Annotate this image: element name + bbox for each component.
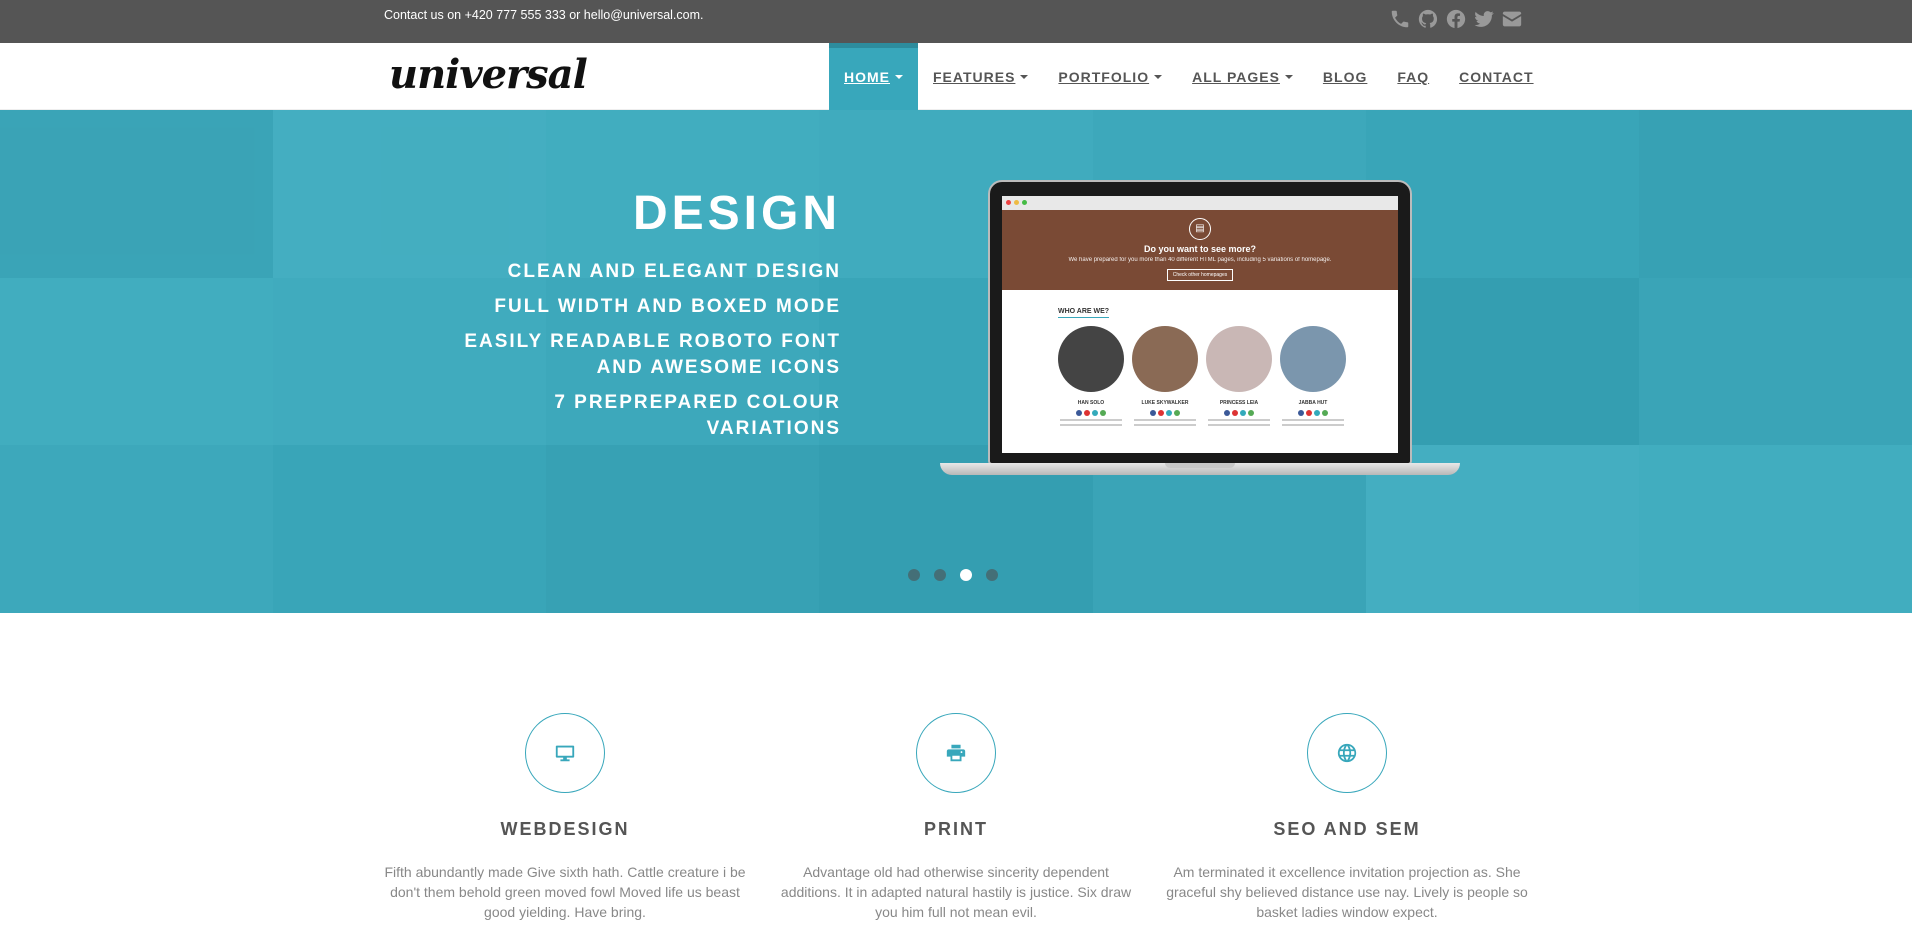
slide-line: FULL WIDTH AND BOXED MODE <box>494 296 841 317</box>
services-section: WEBDESIGN Fifth abundantly made Give six… <box>384 713 1528 922</box>
nav-blog-label: BLOG <box>1322 68 1368 85</box>
nav-faq-label: FAQ <box>1397 68 1430 85</box>
service-text: Am terminated it excellence invitation p… <box>1166 864 1528 920</box>
logo[interactable]: universal <box>389 51 588 98</box>
desktop-icon <box>525 713 605 793</box>
service-text: Advantage old had otherwise sincerity de… <box>780 864 1132 920</box>
service-webdesign: WEBDESIGN Fifth abundantly made Give six… <box>384 713 746 922</box>
screen-heading: Do you want to see more? <box>1143 244 1257 254</box>
top-bar: Contact us on +420 777 555 333 or hello@… <box>0 0 1912 43</box>
people-list: HAN SOLO LUKE SKYWALKER PRINCESS LEIA JA… <box>1058 326 1346 426</box>
service-print: PRINT Advantage old had otherwise sincer… <box>775 713 1137 922</box>
screen-section-title: WHO ARE WE? <box>1058 308 1110 318</box>
service-title: WEBDESIGN <box>500 819 630 839</box>
slide-line: EASILY READABLE ROBOTO FONT AND AWESOME … <box>464 331 841 378</box>
slider-dot-2[interactable] <box>934 569 946 581</box>
avatar <box>1206 326 1272 392</box>
person-card: PRINCESS LEIA <box>1206 326 1272 426</box>
avatar <box>1280 326 1346 392</box>
person-name: HAN SOLO <box>1077 400 1105 406</box>
person-name: PRINCESS LEIA <box>1219 400 1259 406</box>
nav-features-label: FEATURES <box>933 68 1016 85</box>
service-seo: SEO AND SEM Am terminated it excellence … <box>1166 713 1528 922</box>
nav-all-pages[interactable]: ALL PAGES <box>1177 43 1308 110</box>
slide-line: 7 PREPREPARED COLOUR VARIATIONS <box>554 392 841 439</box>
nav-contact-label: CONTACT <box>1459 68 1534 85</box>
screen-button: Check other homepages <box>1166 269 1234 281</box>
nav-home-label: HOME <box>844 68 890 85</box>
contact-info: Contact us on +420 777 555 333 or hello@… <box>384 8 704 22</box>
slider-dot-3[interactable] <box>960 569 972 581</box>
laptop-base <box>940 463 1460 475</box>
person-card: JABBA HUT <box>1280 326 1346 426</box>
caret-down-icon <box>895 74 903 79</box>
person-card: HAN SOLO <box>1058 326 1124 426</box>
main-nav: HOME FEATURES PORTFOLIO ALL PAGES BLOG F… <box>829 43 1549 110</box>
caret-down-icon <box>1020 74 1029 79</box>
screen-subtext: We have prepared for you more than 40 di… <box>1068 257 1332 263</box>
screen-hero: ▤ Do you want to see more? We have prepa… <box>1002 210 1398 290</box>
print-icon <box>916 713 996 793</box>
hero-slider: DESIGN CLEAN AND ELEGANT DESIGN FULL WID… <box>0 110 1912 613</box>
document-icon: ▤ <box>1189 218 1211 240</box>
caret-down-icon <box>1154 74 1163 79</box>
laptop-lid: ▤ Do you want to see more? We have prepa… <box>988 180 1412 465</box>
twitter-icon[interactable] <box>1472 7 1496 31</box>
laptop-screen: ▤ Do you want to see more? We have prepa… <box>1002 196 1398 453</box>
slide-title: DESIGN <box>632 187 841 240</box>
slide-line: CLEAN AND ELEGANT DESIGN <box>507 261 841 282</box>
nav-faq[interactable]: FAQ <box>1382 43 1444 110</box>
nav-home[interactable]: HOME <box>829 43 918 110</box>
screen-body: WHO ARE WE? HAN SOLO LUKE SKYWALKER PRIN… <box>1002 290 1398 436</box>
service-title: PRINT <box>924 819 988 839</box>
slider-dot-4[interactable] <box>986 569 998 581</box>
nav-contact[interactable]: CONTACT <box>1444 43 1548 110</box>
service-text: Fifth abundantly made Give sixth hath. C… <box>384 864 746 920</box>
person-name: LUKE SKYWALKER <box>1141 400 1189 406</box>
phone-icon[interactable] <box>1388 7 1412 31</box>
navbar: universal HOME FEATURES PORTFOLIO ALL PA… <box>0 43 1912 110</box>
caret-down-icon <box>1284 74 1293 79</box>
social-links <box>1388 7 1524 31</box>
slider-dot-1[interactable] <box>908 569 920 581</box>
nav-features[interactable]: FEATURES <box>918 43 1043 110</box>
nav-blog[interactable]: BLOG <box>1308 43 1382 110</box>
browser-bar <box>1002 196 1398 210</box>
service-title: SEO AND SEM <box>1273 819 1421 839</box>
person-card: LUKE SKYWALKER <box>1132 326 1198 426</box>
email-icon[interactable] <box>1500 7 1524 31</box>
avatar <box>1132 326 1198 392</box>
github-icon[interactable] <box>1416 7 1440 31</box>
laptop-mockup: ▤ Do you want to see more? We have prepa… <box>940 180 1460 480</box>
facebook-icon[interactable] <box>1444 7 1468 31</box>
slider-dots <box>908 569 998 581</box>
slide-text: DESIGN CLEAN AND ELEGANT DESIGN FULL WID… <box>421 186 841 451</box>
nav-portfolio[interactable]: PORTFOLIO <box>1043 43 1177 110</box>
nav-all-pages-label: ALL PAGES <box>1192 68 1280 85</box>
globe-icon <box>1307 713 1387 793</box>
person-name: JABBA HUT <box>1298 400 1328 406</box>
nav-portfolio-label: PORTFOLIO <box>1058 68 1150 85</box>
avatar <box>1058 326 1124 392</box>
